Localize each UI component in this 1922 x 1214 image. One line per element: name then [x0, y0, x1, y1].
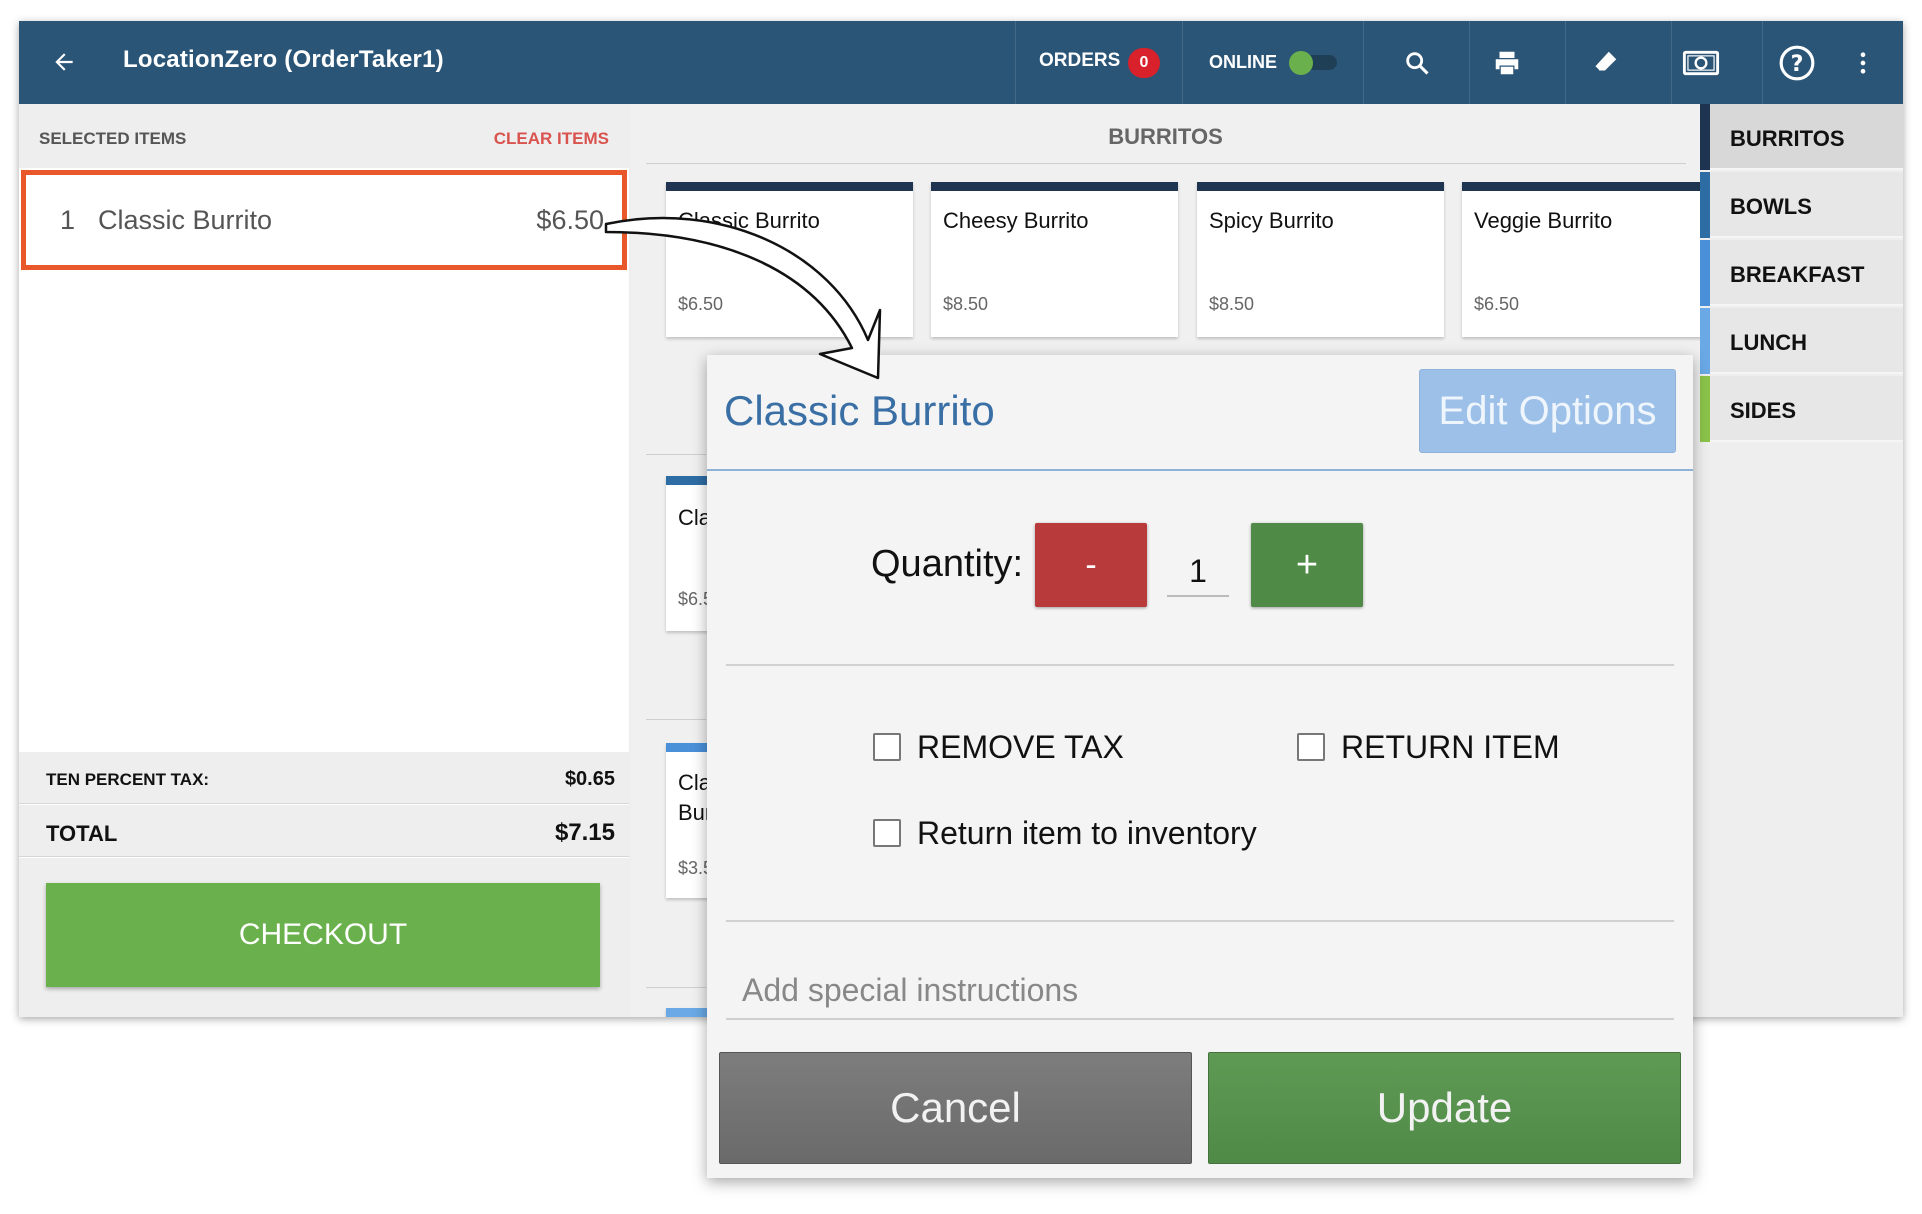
- more-vert-icon[interactable]: [1841, 41, 1885, 85]
- increase-quantity-button[interactable]: +: [1251, 523, 1363, 607]
- edit-item-dialog: Classic Burrito Edit Options Quantity: -…: [707, 355, 1693, 1178]
- dialog-title: Classic Burrito: [724, 387, 995, 434]
- total-value: $7.15: [554, 819, 615, 846]
- toolbar-divider: [1565, 21, 1566, 104]
- quantity-field[interactable]: 1: [1167, 553, 1229, 597]
- category-label: SIDES: [1730, 398, 1797, 423]
- menu-item-price: $6.50: [1474, 294, 1520, 314]
- help-icon[interactable]: ?: [1775, 41, 1819, 85]
- menu-item-card[interactable]: Veggie Burrito $6.50: [1462, 182, 1709, 337]
- tax-value: $0.65: [564, 768, 615, 790]
- app-title: LocationZero (OrderTaker1): [123, 46, 444, 73]
- category-item-sides[interactable]: SIDES: [1700, 376, 1903, 442]
- menu-item-name: Spicy Burrito: [1209, 208, 1334, 233]
- category-item-lunch[interactable]: LUNCH: [1700, 308, 1903, 374]
- edit-options-button[interactable]: Edit Options: [1419, 369, 1676, 453]
- back-arrow-icon[interactable]: [41, 39, 87, 85]
- category-item-bowls[interactable]: BOWLS: [1700, 172, 1903, 238]
- update-button[interactable]: Update: [1208, 1052, 1681, 1164]
- menu-item-price: $6.50: [678, 294, 724, 314]
- remove-tax-label: REMOVE TAX: [917, 729, 1124, 765]
- cancel-button[interactable]: Cancel: [719, 1052, 1192, 1164]
- category-item-burritos[interactable]: BURRITOS: [1700, 104, 1903, 170]
- toolbar-divider: [1469, 21, 1470, 104]
- category-color-bar: [1700, 104, 1710, 170]
- order-line-item[interactable]: 1 Classic Burrito $6.50: [21, 170, 627, 270]
- total-label: TOTAL: [46, 821, 118, 846]
- menu-item-name: Classic Burrito: [678, 208, 820, 233]
- divider: [646, 454, 706, 455]
- special-instructions-input[interactable]: Add special instructions: [726, 960, 1674, 1020]
- order-panel-header: SELECTED ITEMS CLEAR ITEMS: [19, 104, 629, 168]
- divider: [726, 920, 1674, 922]
- divider: [646, 163, 1686, 164]
- return-to-inventory-checkbox[interactable]: [873, 819, 901, 847]
- line-item-price: $6.50: [536, 205, 604, 235]
- search-icon[interactable]: [1395, 41, 1439, 85]
- category-color-bar: [1700, 308, 1710, 374]
- category-label: BOWLS: [1730, 194, 1812, 219]
- orders-label[interactable]: ORDERS: [1039, 50, 1120, 72]
- category-color-bar: [1700, 240, 1710, 306]
- online-label: ONLINE: [1209, 52, 1278, 72]
- toolbar-divider: [1671, 21, 1672, 104]
- quantity-label: Quantity:: [871, 543, 1024, 585]
- menu-item-card[interactable]: Cheesy Burrito $8.50: [931, 182, 1178, 337]
- top-app-bar: LocationZero (OrderTaker1) ORDERS 0 ONLI…: [19, 21, 1903, 104]
- return-item-checkbox[interactable]: [1297, 733, 1325, 761]
- remove-tax-checkbox[interactable]: [873, 733, 901, 761]
- category-label: BREAKFAST: [1730, 262, 1865, 287]
- eraser-icon[interactable]: [1583, 41, 1627, 85]
- return-item-label: RETURN ITEM: [1341, 729, 1560, 765]
- return-to-inventory-label: Return item to inventory: [917, 815, 1257, 851]
- category-label: LUNCH: [1730, 330, 1807, 355]
- toolbar-divider: [1762, 21, 1763, 104]
- category-item-breakfast[interactable]: BREAKFAST: [1700, 240, 1903, 306]
- line-item-name: Classic Burrito: [98, 205, 273, 235]
- category-color-bar: [1700, 376, 1710, 442]
- category-list: BURRITOS BOWLS BREAKFAST LUNCH SIDES: [1700, 104, 1903, 1017]
- divider: [646, 719, 706, 720]
- cash-drawer-icon[interactable]: [1679, 41, 1723, 85]
- orders-count-badge[interactable]: 0: [1128, 48, 1160, 78]
- decrease-quantity-button[interactable]: -: [1035, 523, 1147, 607]
- tax-label: TEN PERCENT TAX:: [46, 770, 210, 789]
- toolbar-divider: [1015, 21, 1016, 104]
- clear-items-button[interactable]: CLEAR ITEMS: [494, 129, 609, 149]
- online-toggle[interactable]: [1289, 51, 1337, 75]
- menu-item-price: $8.50: [1209, 294, 1255, 314]
- divider: [646, 987, 706, 988]
- checkout-button[interactable]: CHECKOUT: [46, 883, 600, 987]
- menu-item-name: Veggie Burrito: [1474, 208, 1613, 233]
- tax-row: TEN PERCENT TAX: $0.65: [19, 752, 629, 804]
- printer-icon[interactable]: [1485, 41, 1529, 85]
- menu-item-card[interactable]: Classic Burrito $6.50: [666, 182, 913, 337]
- line-quantity: 1: [60, 205, 76, 235]
- menu-item-name: Cheesy Burrito: [943, 208, 1089, 233]
- divider: [707, 469, 1693, 471]
- svg-text:?: ?: [1791, 51, 1804, 77]
- selected-items-label: SELECTED ITEMS: [39, 129, 187, 148]
- divider: [726, 664, 1674, 666]
- toolbar-divider: [1363, 21, 1364, 104]
- menu-item-price: $8.50: [943, 294, 989, 314]
- toolbar-divider: [1182, 21, 1183, 104]
- total-row: TOTAL $7.15: [19, 805, 629, 857]
- order-panel: SELECTED ITEMS CLEAR ITEMS 1 Classic Bur…: [19, 104, 629, 1017]
- category-title: BURRITOS: [1108, 124, 1223, 149]
- category-color-bar: [1700, 172, 1710, 238]
- category-label: BURRITOS: [1730, 126, 1845, 151]
- menu-item-card[interactable]: Spicy Burrito $8.50: [1197, 182, 1444, 337]
